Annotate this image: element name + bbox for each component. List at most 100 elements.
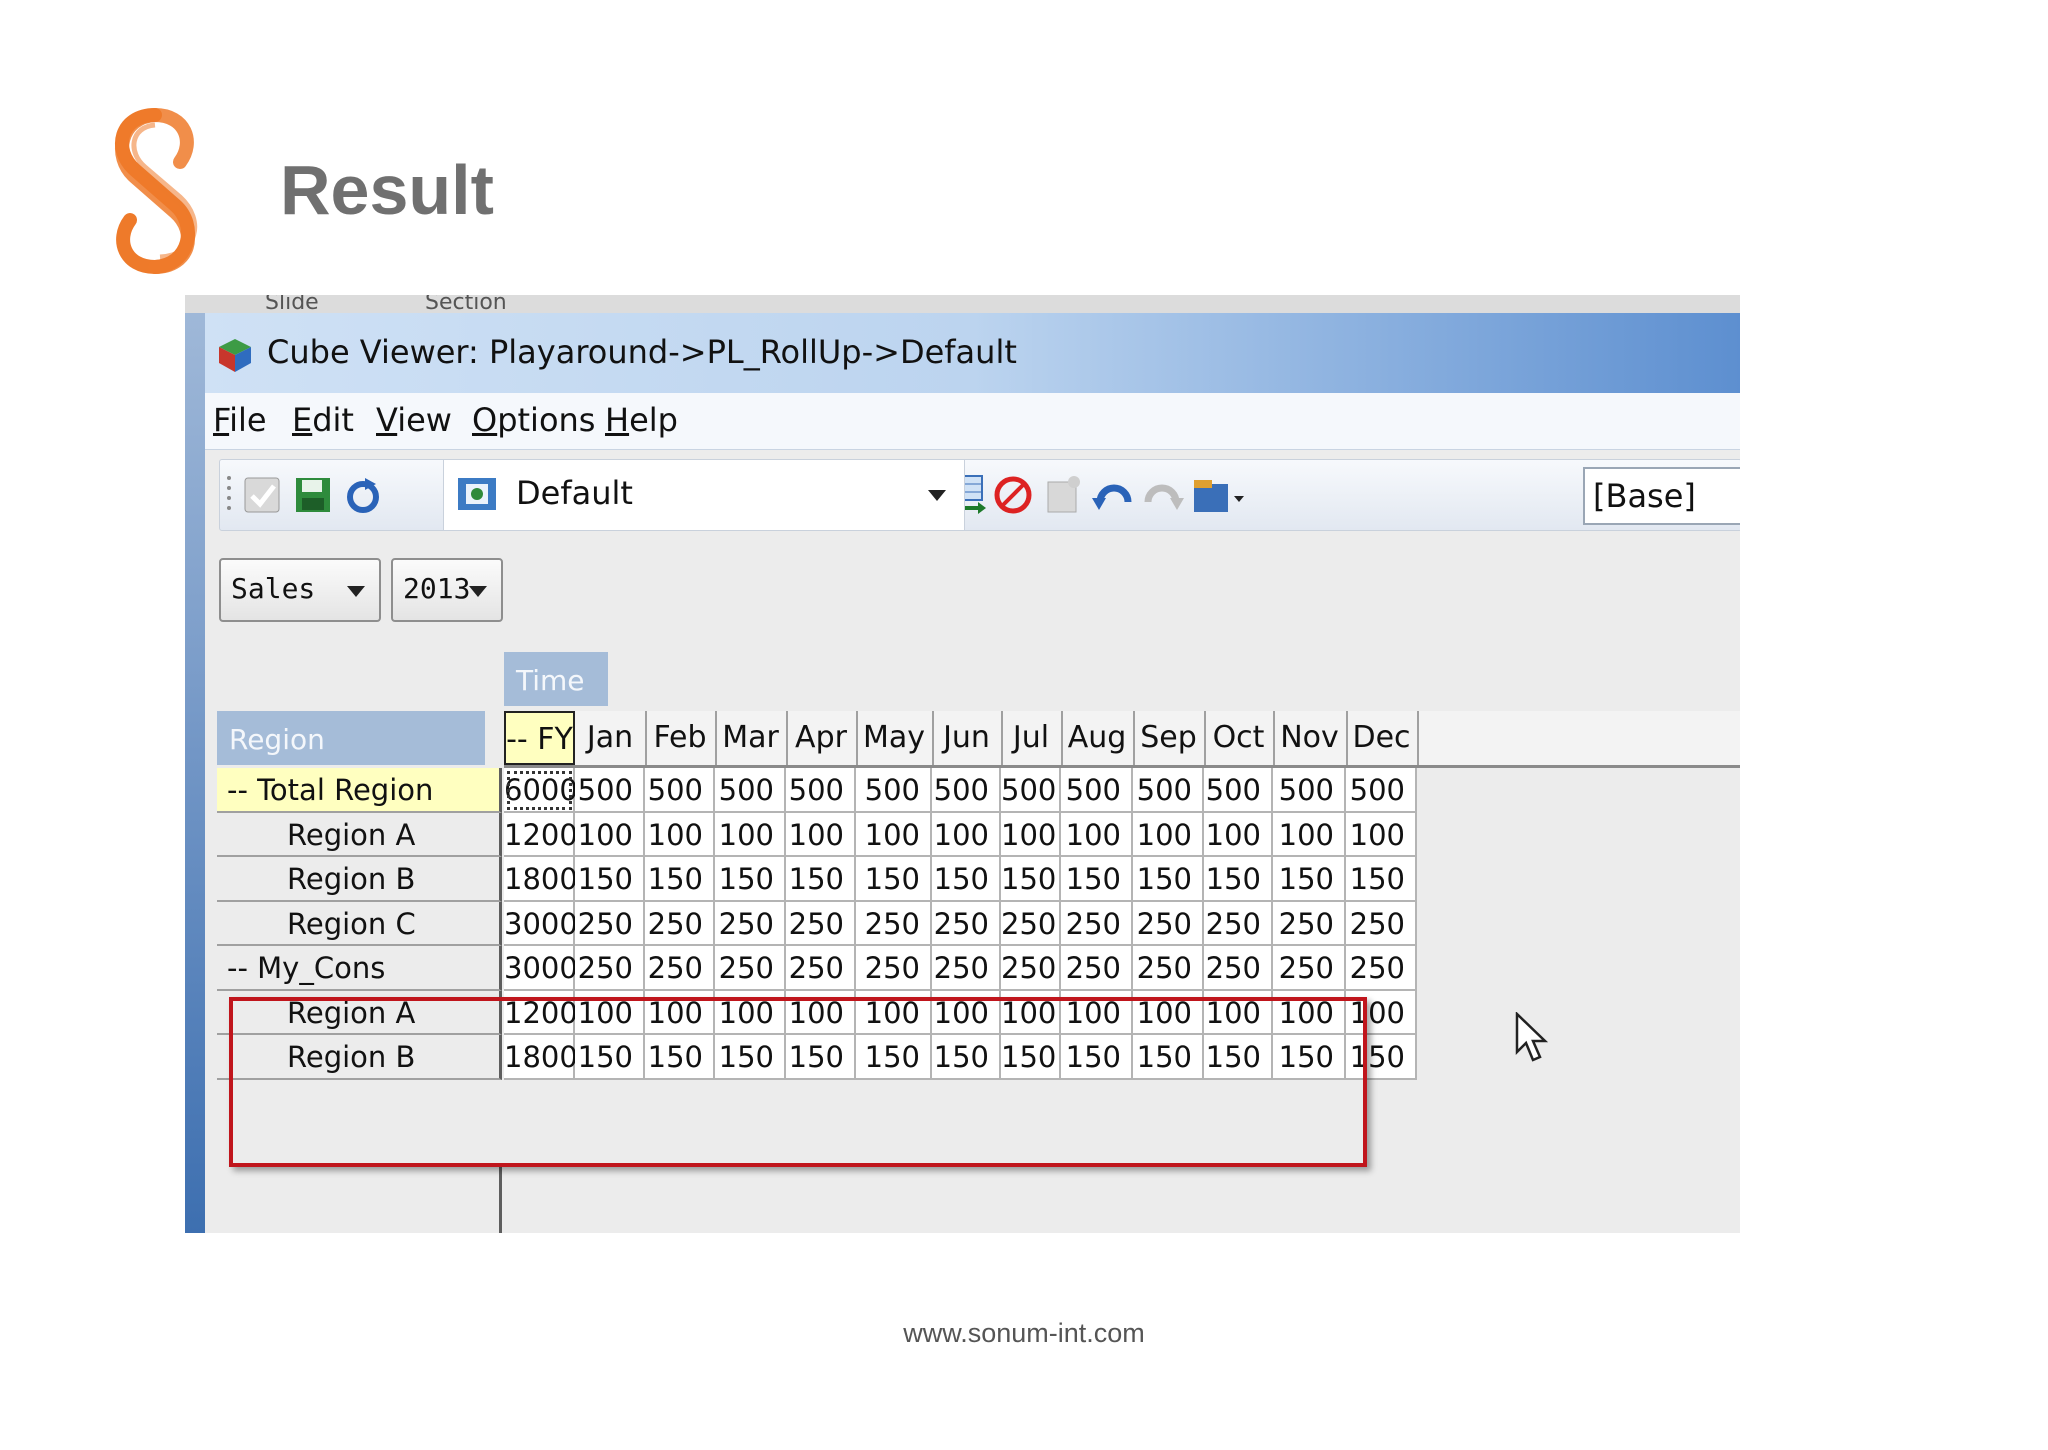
data-cell[interactable]: 250 [856, 901, 932, 946]
data-cell[interactable]: 150 [715, 1035, 786, 1080]
column-header[interactable]: Feb [645, 711, 717, 765]
title-dimension-year[interactable]: 2013 [391, 558, 503, 622]
menu-edit[interactable]: Edit [292, 401, 354, 439]
data-cell[interactable]: 150 [856, 1035, 932, 1080]
column-header[interactable]: Dec [1346, 711, 1419, 765]
data-cell[interactable]: 3000 [504, 901, 578, 946]
data-cell[interactable]: 250 [1273, 901, 1346, 946]
sandbox-icon[interactable] [1190, 472, 1248, 518]
column-header[interactable]: Jan [575, 711, 647, 765]
zero-out-icon[interactable] [1040, 472, 1086, 518]
data-cell[interactable]: 150 [1061, 1035, 1133, 1080]
data-cell[interactable]: 500 [715, 768, 786, 813]
column-header[interactable]: Sep [1133, 711, 1206, 765]
data-cell[interactable]: 250 [1061, 946, 1133, 991]
data-cell[interactable]: 100 [932, 990, 1001, 1035]
data-cell[interactable]: 250 [856, 946, 932, 991]
data-cell[interactable]: 150 [786, 857, 856, 902]
data-cell[interactable]: 150 [932, 1035, 1001, 1080]
data-cell[interactable]: 500 [1204, 768, 1273, 813]
data-cell[interactable]: 100 [786, 812, 856, 857]
data-cell[interactable]: 250 [1204, 946, 1273, 991]
column-header[interactable]: May [856, 711, 934, 765]
title-dimension-account[interactable]: Sales [219, 558, 381, 622]
data-cell[interactable]: 150 [786, 1035, 856, 1080]
toolbar-grip-icon[interactable] [226, 474, 232, 518]
data-cell[interactable]: 500 [1273, 768, 1346, 813]
data-cell[interactable]: 150 [645, 857, 715, 902]
data-cell[interactable]: 500 [575, 768, 645, 813]
column-header[interactable]: Nov [1273, 711, 1348, 765]
data-cell[interactable]: 100 [1204, 812, 1273, 857]
chevron-down-icon[interactable] [347, 586, 365, 597]
data-cell[interactable]: 150 [1133, 857, 1204, 902]
data-cell[interactable]: 250 [575, 901, 645, 946]
row-dimension-header[interactable]: Region [217, 711, 485, 765]
data-cell[interactable]: 100 [1133, 812, 1204, 857]
data-cell[interactable]: 100 [1273, 990, 1346, 1035]
data-cell[interactable]: 1800 [504, 1035, 578, 1080]
data-cell[interactable]: 3000 [504, 946, 578, 991]
data-cell[interactable]: 250 [575, 946, 645, 991]
data-cell[interactable]: 250 [1061, 901, 1133, 946]
data-cell[interactable]: 250 [932, 946, 1001, 991]
view-dropdown-arrow-icon[interactable] [928, 490, 946, 501]
redo-icon[interactable] [1140, 472, 1186, 518]
data-cell[interactable]: 150 [1346, 857, 1417, 902]
data-cell[interactable]: 1800 [504, 857, 578, 902]
data-cell[interactable]: 100 [715, 812, 786, 857]
menu-file[interactable]: File [213, 401, 267, 439]
column-header[interactable]: Aug [1061, 711, 1135, 765]
data-cell[interactable]: 1200 [504, 812, 578, 857]
column-header[interactable]: Mar [715, 711, 788, 765]
data-cell[interactable]: 150 [1001, 1035, 1061, 1080]
data-cell[interactable]: 250 [1133, 946, 1204, 991]
data-cell[interactable]: 250 [645, 901, 715, 946]
data-cell[interactable]: 100 [856, 812, 932, 857]
row-header[interactable]: Region B [217, 1035, 502, 1080]
data-cell[interactable]: 150 [932, 857, 1001, 902]
data-cell[interactable]: 500 [1346, 768, 1417, 813]
data-cell[interactable]: 250 [645, 946, 715, 991]
data-cell[interactable]: 150 [1204, 1035, 1273, 1080]
data-cell[interactable]: 150 [1001, 857, 1061, 902]
sandbox-selector[interactable]: [Base] [1583, 467, 1740, 525]
data-cell[interactable]: 100 [786, 990, 856, 1035]
data-cell[interactable]: 150 [1061, 857, 1133, 902]
data-cell[interactable]: 500 [1133, 768, 1204, 813]
data-cell[interactable]: 150 [575, 857, 645, 902]
data-cell[interactable]: 1200 [504, 990, 578, 1035]
data-cell[interactable]: 250 [932, 901, 1001, 946]
data-cell[interactable]: 100 [1061, 990, 1133, 1035]
data-cell[interactable]: 250 [1001, 901, 1061, 946]
data-cell[interactable]: 100 [856, 990, 932, 1035]
data-cell[interactable]: 6000 [504, 768, 578, 813]
data-cell[interactable]: 100 [1061, 812, 1133, 857]
data-cell[interactable]: 250 [715, 901, 786, 946]
column-header[interactable]: Apr [786, 711, 858, 765]
data-cell[interactable]: 250 [1346, 901, 1417, 946]
data-cell[interactable]: 100 [1346, 812, 1417, 857]
data-cell[interactable]: 150 [715, 857, 786, 902]
data-cell[interactable]: 100 [932, 812, 1001, 857]
save-icon[interactable] [290, 472, 336, 518]
window-titlebar[interactable]: Cube Viewer: Playaround->PL_RollUp->Defa… [205, 313, 1740, 393]
data-cell[interactable]: 100 [1001, 812, 1061, 857]
data-cell[interactable]: 500 [856, 768, 932, 813]
data-cell[interactable]: 150 [1273, 857, 1346, 902]
data-cell[interactable]: 250 [715, 946, 786, 991]
data-cell[interactable]: 500 [1001, 768, 1061, 813]
data-cell[interactable]: 100 [645, 990, 715, 1035]
data-cell[interactable]: 250 [1133, 901, 1204, 946]
data-cell[interactable]: 100 [575, 812, 645, 857]
column-header[interactable]: Oct [1204, 711, 1275, 765]
data-cell[interactable]: 100 [715, 990, 786, 1035]
data-cell[interactable]: 500 [786, 768, 856, 813]
column-header[interactable]: Jun [932, 711, 1003, 765]
data-cell[interactable]: 100 [645, 812, 715, 857]
row-header[interactable]: -- Total Region [217, 768, 502, 813]
column-header[interactable]: Jul [1001, 711, 1063, 765]
data-cell[interactable]: 150 [1204, 857, 1273, 902]
data-cell[interactable]: 500 [1061, 768, 1133, 813]
menu-view[interactable]: View [376, 401, 452, 439]
